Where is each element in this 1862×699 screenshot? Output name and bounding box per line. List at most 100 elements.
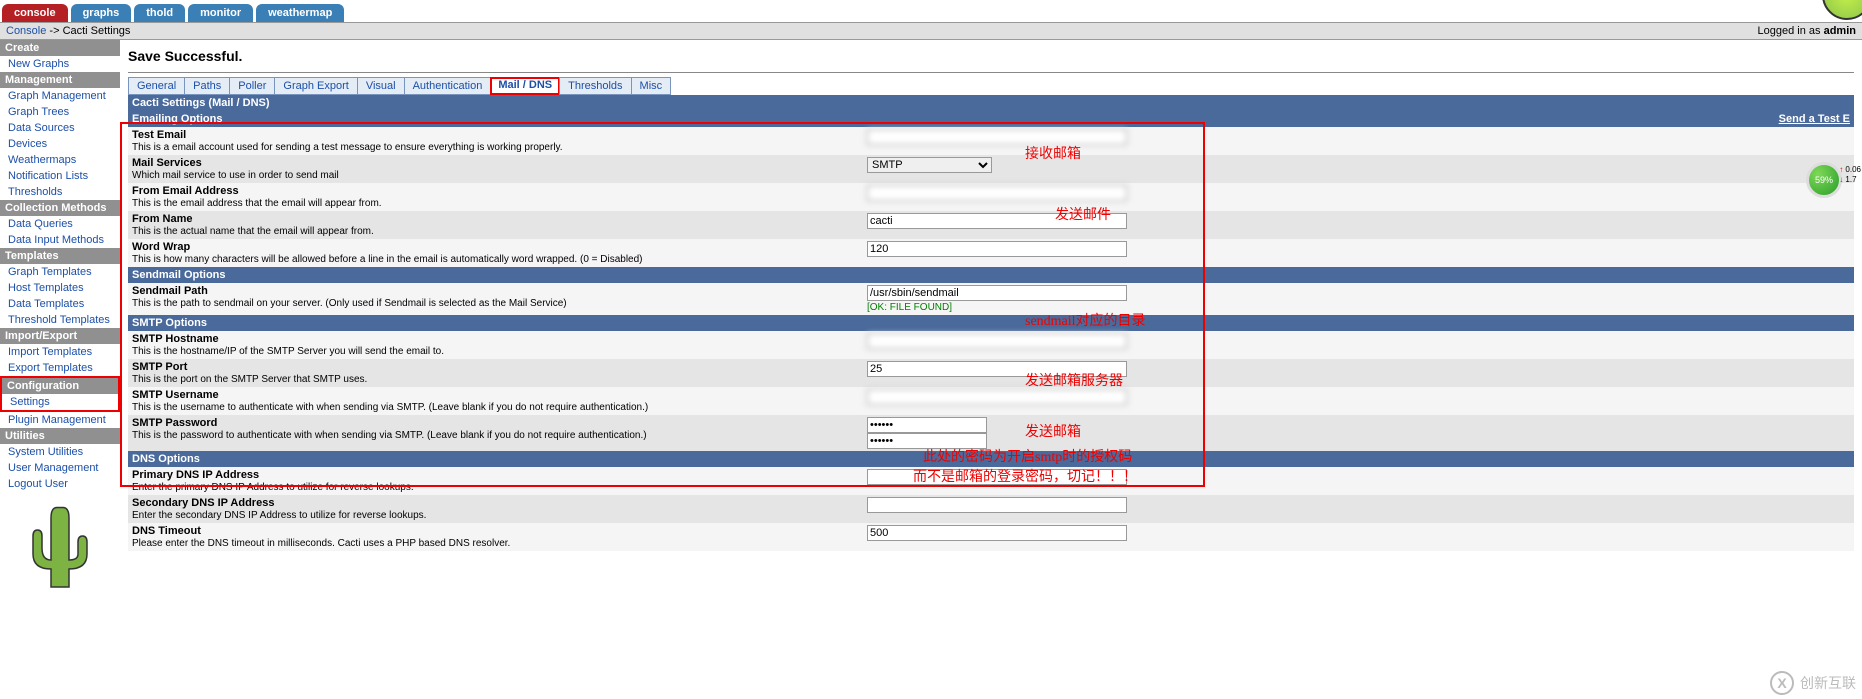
sidebar-hdr-templates: Templates (0, 248, 120, 264)
settings-tab-misc[interactable]: Misc (631, 77, 672, 95)
watermark: X 创新互联 (1770, 671, 1856, 695)
input-test-email[interactable] (867, 129, 1127, 145)
desc-from-email: This is the email address that the email… (132, 198, 382, 209)
desc-smtp-host: This is the hostname/IP of the SMTP Serv… (132, 346, 444, 357)
lbl-from-name: From Name (132, 213, 859, 225)
lbl-mail-services: Mail Services (132, 157, 859, 169)
sidebar-graph-templates[interactable]: Graph Templates (0, 264, 120, 280)
top-tabs: console graphs thold monitor weathermap (0, 0, 1862, 22)
input-smtp-pass1[interactable] (867, 417, 987, 433)
desc-sendmail-path: This is the path to sendmail on your ser… (132, 298, 567, 309)
gauge-info: 0.06 1.7 (1839, 165, 1861, 185)
sidebar-hdr-configuration: Configuration (2, 378, 118, 394)
sidebar-settings[interactable]: Settings (2, 394, 118, 410)
gauge-icon: 59% (1806, 162, 1842, 198)
sidebar-data-queries[interactable]: Data Queries (0, 216, 120, 232)
section-sendmail: Sendmail Options (128, 267, 1854, 283)
input-smtp-user[interactable] (867, 389, 1127, 405)
input-smtp-port[interactable] (867, 361, 1127, 377)
settings-tab-graphexport[interactable]: Graph Export (274, 77, 357, 95)
sidebar-data-input-methods[interactable]: Data Input Methods (0, 232, 120, 248)
settings-tab-paths[interactable]: Paths (184, 77, 230, 95)
sidebar-hdr-collection: Collection Methods (0, 200, 120, 216)
sidebar-devices[interactable]: Devices (0, 136, 120, 152)
sidebar-notification-lists[interactable]: Notification Lists (0, 168, 120, 184)
sidebar-plugin-mgmt[interactable]: Plugin Management (0, 412, 120, 428)
sidebar-weathermaps[interactable]: Weathermaps (0, 152, 120, 168)
lbl-smtp-port: SMTP Port (132, 361, 859, 373)
desc-dns-secondary: Enter the secondary DNS IP Address to ut… (132, 510, 426, 521)
sidebar-data-templates[interactable]: Data Templates (0, 296, 120, 312)
input-sendmail-path[interactable] (867, 285, 1127, 301)
input-from-name[interactable] (867, 213, 1127, 229)
section-smtp: SMTP Options (128, 315, 1854, 331)
input-dns-primary[interactable] (867, 469, 1127, 485)
gauge-up: 0.06 (1839, 165, 1861, 175)
tab-thold[interactable]: thold (134, 4, 185, 22)
input-dns-secondary[interactable] (867, 497, 1127, 513)
sidebar-graph-trees[interactable]: Graph Trees (0, 104, 120, 120)
settings-tab-visual[interactable]: Visual (357, 77, 405, 95)
settings-tab-maildns[interactable]: Mail / DNS (490, 77, 560, 95)
lbl-from-email: From Email Address (132, 185, 859, 197)
settings-tabs: General Paths Poller Graph Export Visual… (128, 77, 1854, 95)
desc-word-wrap: This is how many characters will be allo… (132, 254, 643, 265)
sidebar-system-utilities[interactable]: System Utilities (0, 444, 120, 460)
lbl-smtp-user: SMTP Username (132, 389, 859, 401)
sidebar-graph-mgmt[interactable]: Graph Management (0, 88, 120, 104)
desc-dns-timeout: Please enter the DNS timeout in millisec… (132, 538, 510, 549)
section-emailing: Emailing Options (128, 111, 1263, 127)
lbl-dns-primary: Primary DNS IP Address (132, 469, 859, 481)
sidebar-thresholds[interactable]: Thresholds (0, 184, 120, 200)
send-test-link[interactable]: Send a Test E (1779, 113, 1850, 125)
input-word-wrap[interactable] (867, 241, 1127, 257)
desc-from-name: This is the actual name that the email w… (132, 226, 374, 237)
settings-table: Cacti Settings (Mail / DNS) Emailing Opt… (128, 95, 1854, 551)
breadcrumb: Console -> Cacti Settings (6, 25, 130, 37)
tab-weathermap[interactable]: weathermap (256, 4, 344, 22)
breadcrumb-sep: -> (46, 25, 62, 37)
tab-graphs[interactable]: graphs (71, 4, 132, 22)
sidebar-export-templates[interactable]: Export Templates (0, 360, 120, 376)
settings-tab-poller[interactable]: Poller (229, 77, 275, 95)
input-from-email[interactable] (867, 185, 1127, 201)
desc-dns-primary: Enter the primary DNS IP Address to util… (132, 482, 414, 493)
sidebar-data-sources[interactable]: Data Sources (0, 120, 120, 136)
desc-smtp-pass: This is the password to authenticate wit… (132, 430, 647, 441)
sidebar-logout[interactable]: Logout User (0, 476, 120, 492)
gauge-down: 1.7 (1839, 175, 1861, 185)
sidebar-new-graphs[interactable]: New Graphs (0, 56, 120, 72)
breadcrumb-page: Cacti Settings (63, 25, 131, 37)
logo (1772, 0, 1862, 22)
sidebar: Create New Graphs Management Graph Manag… (0, 40, 120, 593)
lbl-smtp-host: SMTP Hostname (132, 333, 859, 345)
lbl-dns-timeout: DNS Timeout (132, 525, 859, 537)
lbl-word-wrap: Word Wrap (132, 241, 859, 253)
lbl-test-email: Test Email (132, 129, 859, 141)
login-user: admin (1824, 25, 1856, 37)
sidebar-hdr-utilities: Utilities (0, 428, 120, 444)
settings-tab-thresholds[interactable]: Thresholds (559, 77, 631, 95)
breadcrumb-console[interactable]: Console (6, 25, 46, 37)
input-smtp-pass2[interactable] (867, 433, 987, 449)
tab-console[interactable]: console (2, 4, 68, 22)
lbl-dns-secondary: Secondary DNS IP Address (132, 497, 859, 509)
sidebar-import-templates[interactable]: Import Templates (0, 344, 120, 360)
settings-tab-auth[interactable]: Authentication (404, 77, 492, 95)
watermark-icon: X (1770, 671, 1794, 695)
select-mail-services[interactable]: SMTP (867, 157, 992, 173)
tab-monitor[interactable]: monitor (188, 4, 253, 22)
settings-tab-general[interactable]: General (128, 77, 185, 95)
sidebar-threshold-templates[interactable]: Threshold Templates (0, 312, 120, 328)
desc-smtp-port: This is the port on the SMTP Server that… (132, 374, 367, 385)
breadcrumb-bar: Console -> Cacti Settings Logged in as a… (0, 22, 1862, 40)
login-status: Logged in as admin (1758, 25, 1856, 37)
input-dns-timeout[interactable] (867, 525, 1127, 541)
sidebar-user-mgmt[interactable]: User Management (0, 460, 120, 476)
watermark-text: 创新互联 (1800, 673, 1856, 693)
sidebar-hdr-management: Management (0, 72, 120, 88)
save-message: Save Successful. (128, 46, 1854, 73)
section-title: Cacti Settings (Mail / DNS) (128, 95, 1854, 111)
sidebar-host-templates[interactable]: Host Templates (0, 280, 120, 296)
input-smtp-host[interactable] (867, 333, 1127, 349)
